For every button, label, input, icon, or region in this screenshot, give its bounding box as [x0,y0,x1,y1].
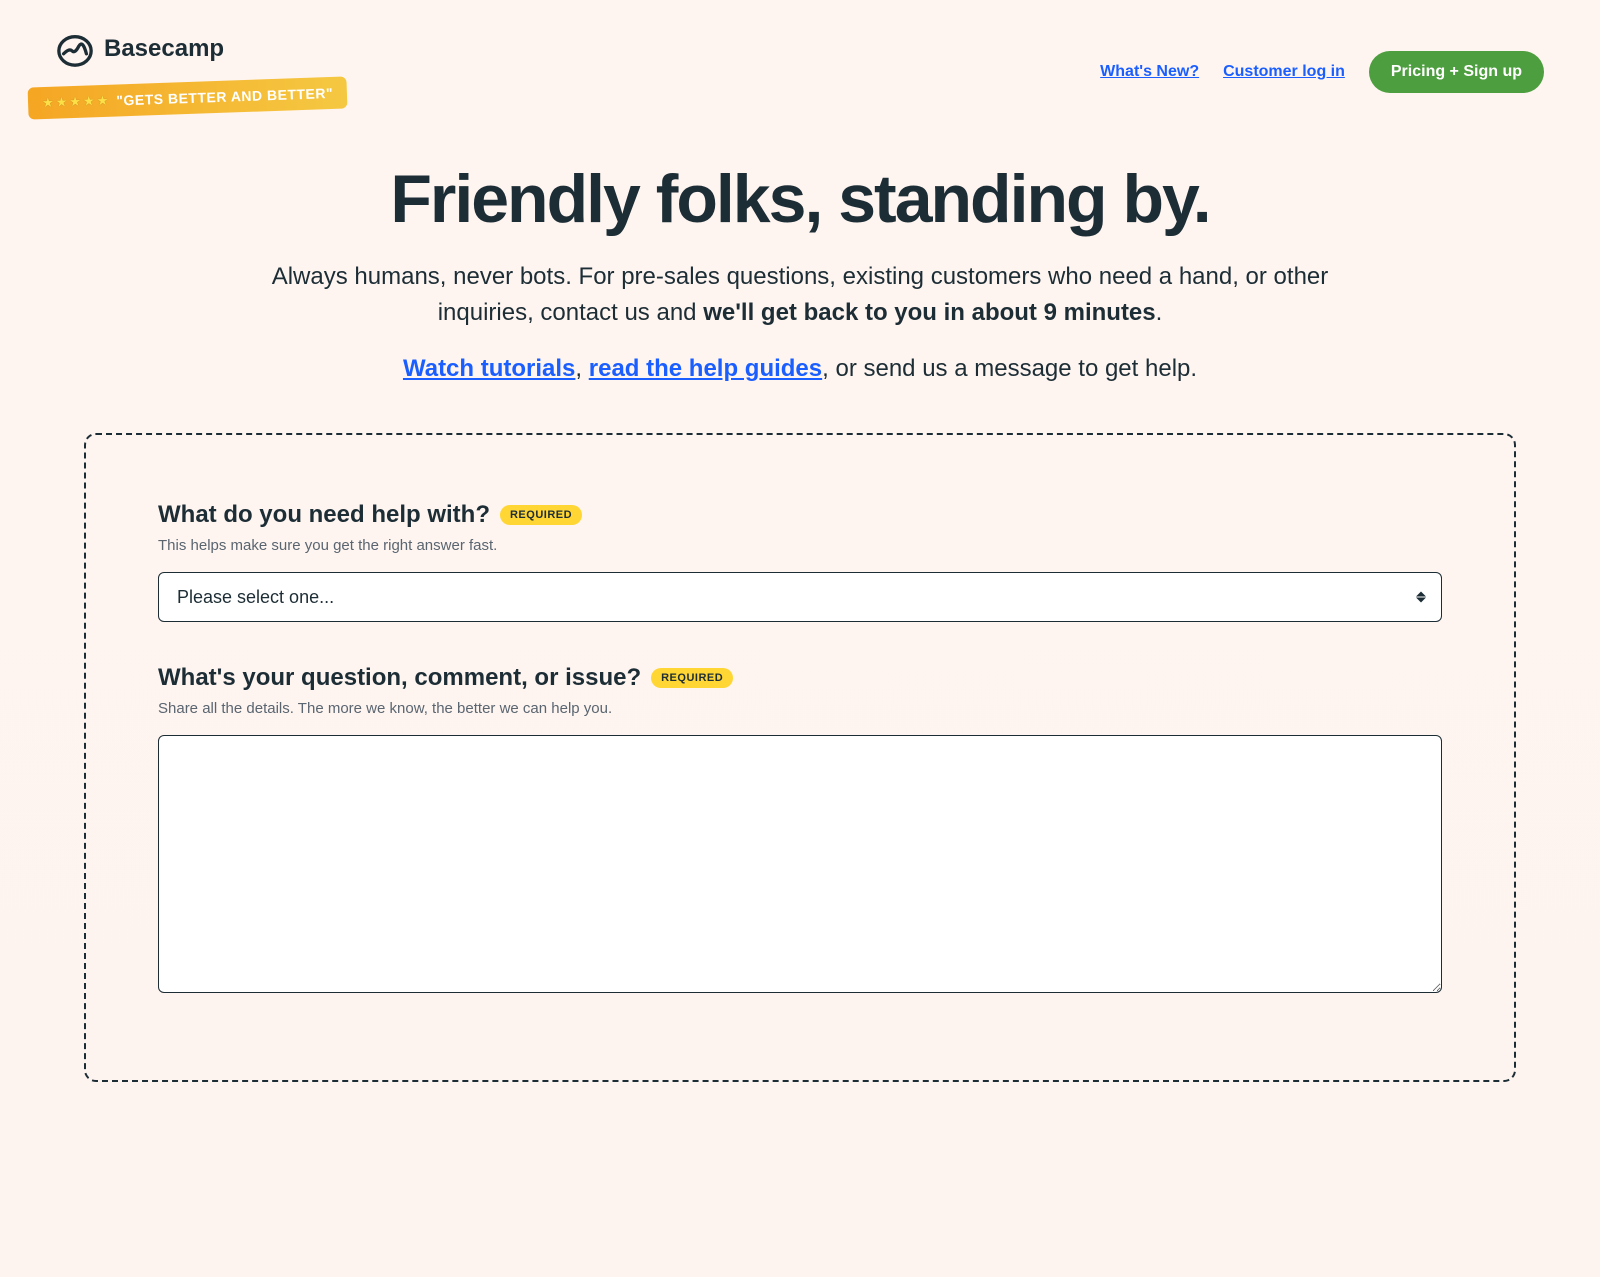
site-header: Basecamp ★ ★ ★ ★ ★ "GETS BETTER AND BETT… [0,0,1600,124]
customer-login-link[interactable]: Customer log in [1223,63,1345,81]
question-textarea[interactable] [158,735,1442,993]
topic-form-group: What do you need help with? REQUIRED Thi… [158,501,1442,622]
hero-section: Friendly folks, standing by. Always huma… [0,124,1600,433]
page-title: Friendly folks, standing by. [86,164,1514,235]
pricing-signup-button[interactable]: Pricing + Sign up [1369,51,1544,93]
help-guides-link[interactable]: read the help guides [589,355,822,382]
rating-badge: ★ ★ ★ ★ ★ "GETS BETTER AND BETTER" [28,76,348,119]
logo-section: Basecamp ★ ★ ★ ★ ★ "GETS BETTER AND BETT… [56,30,347,114]
stars-icon: ★ ★ ★ ★ ★ [42,93,109,111]
whats-new-link[interactable]: What's New? [1100,63,1199,81]
hero-subtitle: Always humans, never bots. For pre-sales… [270,259,1330,331]
question-label: What's your question, comment, or issue? [158,664,641,692]
rating-text: "GETS BETTER AND BETTER" [116,85,333,109]
header-nav: What's New? Customer log in Pricing + Si… [1100,51,1544,93]
support-form: What do you need help with? REQUIRED Thi… [84,433,1516,1082]
hero-links: Watch tutorials, read the help guides, o… [86,355,1514,383]
watch-tutorials-link[interactable]: Watch tutorials [403,355,575,382]
question-hint: Share all the details. The more we know,… [158,700,1442,717]
topic-hint: This helps make sure you get the right a… [158,537,1442,554]
required-badge: REQUIRED [651,668,733,688]
required-badge: REQUIRED [500,505,582,525]
logo-text: Basecamp [104,35,224,63]
topic-label: What do you need help with? [158,501,490,529]
question-form-group: What's your question, comment, or issue?… [158,664,1442,998]
logo[interactable]: Basecamp [56,30,224,68]
topic-select[interactable]: Please select one... [158,572,1442,622]
basecamp-logo-icon [56,30,94,68]
topic-select-wrapper: Please select one... [158,572,1442,622]
